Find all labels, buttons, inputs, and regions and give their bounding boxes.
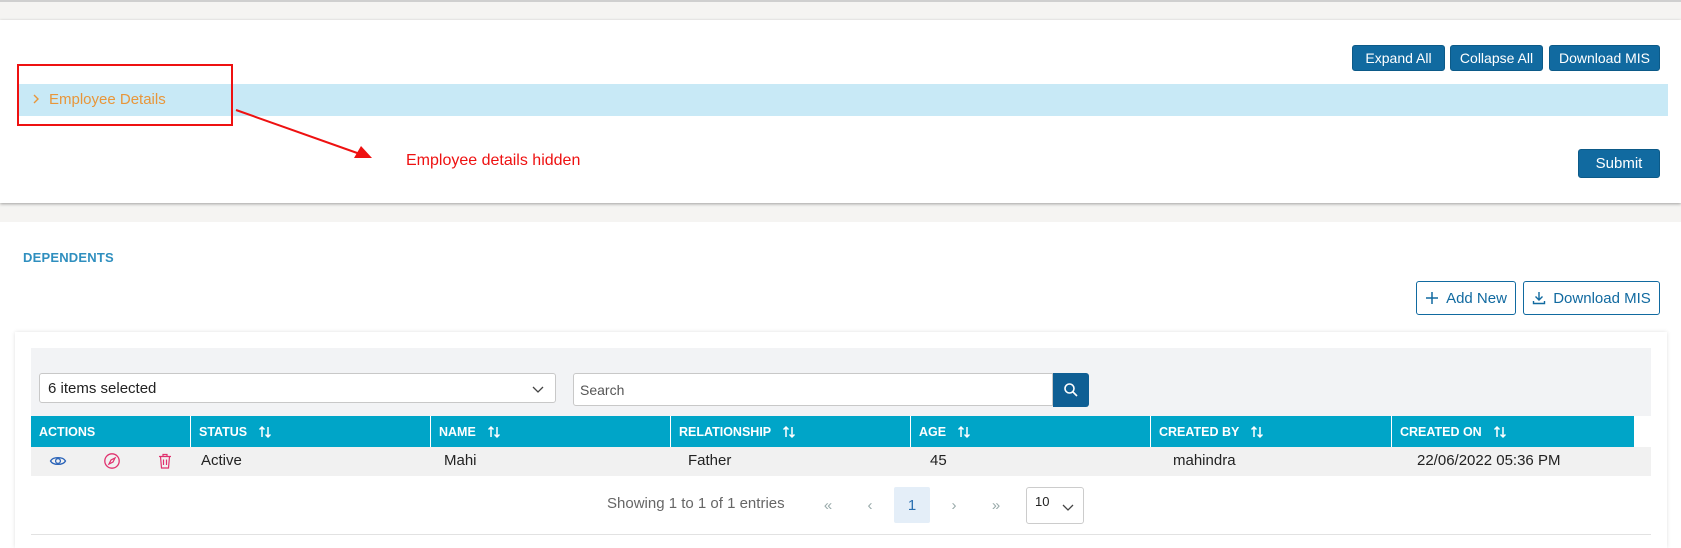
page-1-button[interactable]: 1 [894, 487, 930, 523]
cell-age: 45 [930, 452, 947, 469]
add-new-button[interactable]: Add New [1416, 281, 1516, 315]
table-header: ACTIONS STATUS NAME RELATIONSHIP AGE CRE… [31, 416, 1634, 447]
column-header-age[interactable]: AGE [911, 416, 1151, 447]
eye-icon[interactable] [49, 452, 67, 470]
sort-icon[interactable] [257, 424, 273, 440]
cell-created-on: 22/06/2022 05:36 PM [1417, 452, 1561, 469]
download-mis-label: Download MIS [1553, 289, 1651, 307]
cell-created-by: mahindra [1173, 452, 1236, 469]
cell-name: Mahi [444, 452, 477, 469]
cell-status: Active [201, 452, 242, 469]
column-header-name[interactable]: NAME [431, 416, 671, 447]
chevron-down-icon [532, 386, 544, 393]
table-row: Active Mahi Father 45 mahindra 22/06/202… [31, 447, 1651, 476]
trash-icon[interactable] [156, 452, 174, 470]
download-mis-button[interactable]: Download MIS [1523, 281, 1660, 315]
last-page-button[interactable]: » [978, 487, 1014, 523]
column-header-created-by[interactable]: CREATED BY [1151, 416, 1392, 447]
chevron-down-icon [1062, 504, 1074, 511]
column-header-status[interactable]: STATUS [191, 416, 431, 447]
column-header-relationship[interactable]: RELATIONSHIP [671, 416, 911, 447]
search-button[interactable] [1053, 373, 1089, 407]
dependents-title: DEPENDENTS [23, 250, 114, 265]
pagination-summary: Showing 1 to 1 of 1 entries [607, 495, 785, 512]
first-page-button[interactable]: « [810, 487, 846, 523]
annotation-text: Employee details hidden [406, 152, 581, 169]
column-header-created-on[interactable]: CREATED ON [1392, 416, 1634, 447]
sort-icon[interactable] [781, 424, 797, 440]
sort-icon[interactable] [1492, 424, 1508, 440]
page-size-value: 10 [1035, 494, 1050, 509]
column-selector-dropdown[interactable]: 6 items selected [39, 373, 556, 403]
next-page-button[interactable]: › [936, 487, 972, 523]
search-input[interactable] [573, 373, 1053, 406]
previous-page-button[interactable]: ‹ [852, 487, 888, 523]
sort-icon[interactable] [1249, 424, 1265, 440]
submit-button[interactable]: Submit [1578, 149, 1660, 178]
sort-icon[interactable] [486, 424, 502, 440]
plus-icon [1426, 292, 1439, 304]
download-icon [1533, 292, 1546, 305]
sort-icon[interactable] [956, 424, 972, 440]
column-selector-value: 6 items selected [48, 380, 157, 397]
column-header-actions: ACTIONS [31, 416, 191, 447]
add-new-label: Add New [1446, 289, 1507, 307]
compass-icon[interactable] [103, 452, 121, 470]
page-size-select[interactable]: 10 [1026, 487, 1084, 524]
table-bottom-divider [31, 534, 1651, 535]
search-icon [1064, 383, 1078, 397]
cell-relationship: Father [688, 452, 732, 469]
